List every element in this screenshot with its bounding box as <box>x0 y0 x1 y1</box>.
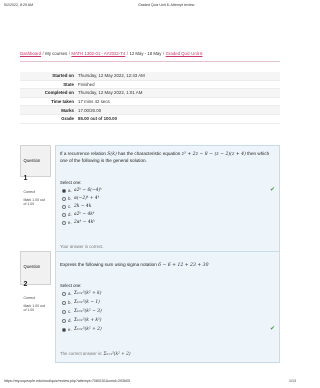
breadcrumb-week[interactable]: 12 May - 18 May <box>129 51 161 56</box>
question-2-panel: Express the following sum using sigma no… <box>55 251 280 363</box>
question-mark: Mark 1.00 out of 1.00 <box>23 198 45 207</box>
select-one-label: Select one: <box>60 283 82 288</box>
summary-value: 85.00 out of 100.00 <box>78 116 118 122</box>
print-title: Graded Quiz Unit 6: Attempt review <box>138 3 195 7</box>
breadcrumb-separator: / <box>42 51 44 56</box>
feedback-text: Your answer is correct. <box>60 244 104 249</box>
option-text: Σₖ₌₁⁵(k − 1) <box>74 300 100 305</box>
print-date: 5/2/2022, 8:29 AM <box>4 3 34 7</box>
answer-option[interactable]: d. a2ᵏ − 4kᵏ <box>62 211 95 218</box>
question-1-info: Question 1 Correct Mark 1.00 out of 1.00 <box>20 145 51 206</box>
question-number: 2 <box>23 281 28 288</box>
page-number: 1/13 <box>289 379 296 383</box>
option-text: Σₖ₌₁⁵(k + k²) <box>74 318 102 323</box>
summary-row-completed: Completed on Thursday, 12 May 2022, 1:01 … <box>20 89 280 98</box>
answer-option[interactable]: b. α(−2)ᵏ + 4ᵏ <box>62 195 99 202</box>
breadcrumb-dashboard[interactable]: Dashboard <box>20 51 41 56</box>
radio-button[interactable] <box>62 212 66 217</box>
question-status: Correct <box>23 296 35 300</box>
breadcrumb-course[interactable]: MATH 1302-01 - AY2022-T4 <box>71 51 125 56</box>
correct-answer-value: Σₖ₌₁⁵(k² + 2) <box>103 352 131 357</box>
summary-label: Completed on <box>44 90 74 96</box>
math-expression: z³ + 2z − 8 − (z − 2)(z + 4) <box>181 152 246 157</box>
question-status: Correct <box>23 190 35 194</box>
option-text: a2ᵏ − 6(−4)ᵏ <box>74 188 102 193</box>
radio-button[interactable] <box>62 291 66 296</box>
breadcrumb-separator: / <box>162 51 165 56</box>
radio-button[interactable] <box>62 318 66 323</box>
summary-value: Thursday, 12 May 2022, 1:01 AM <box>78 90 143 96</box>
option-text: a2ᵏ − 4kᵏ <box>74 212 95 217</box>
question-text-part: Express the following sum using sigma no… <box>60 262 157 267</box>
attempt-summary-table: Started on Thursday, 12 May 2022, 12:43 A… <box>20 72 280 124</box>
radio-button[interactable] <box>62 188 66 193</box>
question-label: Question <box>23 158 41 163</box>
summary-row-marks: Marks 17.00/20.00 <box>20 106 280 115</box>
summary-label: Grade <box>61 116 74 122</box>
breadcrumb-my-courses[interactable]: My courses <box>45 51 67 56</box>
option-text: Σₖ₌₁⁵(k² + k) <box>74 291 102 296</box>
answer-option[interactable]: e. 2αᵏ − 4kᵏ <box>62 219 95 226</box>
answer-option[interactable]: c. Σₖ₌₁⁵(k² − 3) <box>62 308 102 315</box>
answer-option[interactable]: b. Σₖ₌₁⁵(k − 1) <box>62 299 100 306</box>
answer-option[interactable]: d. Σₖ₌₁⁵(k + k²) <box>62 317 102 324</box>
breadcrumb-separator: / <box>68 51 70 56</box>
correct-answer: The correct answer is: Σₖ₌₁⁵(k² + 2) <box>60 351 131 357</box>
option-text: 2αᵏ − 4kᵏ <box>74 220 95 225</box>
summary-label: Marks <box>61 107 74 113</box>
breadcrumb-separator: / <box>126 51 128 56</box>
question-number: 1 <box>23 175 28 182</box>
question-mark: Mark 1.00 out of 1.00 <box>23 304 45 313</box>
select-one-label: Select one: <box>60 180 82 185</box>
question-1-panel: If a recurrence relation S(k) has the ch… <box>55 145 280 263</box>
question-text-part: has the characteristic equation <box>118 151 181 156</box>
summary-row-state: State Finished <box>20 81 280 90</box>
radio-button[interactable] <box>62 327 66 332</box>
print-footer: https://my.uopeople.edu/mod/quiz/review.… <box>4 379 296 385</box>
option-text: α(−2)ᵏ + 4ᵏ <box>74 196 100 201</box>
answer-option[interactable]: a. Σₖ₌₁⁵(k² + k) <box>62 290 102 297</box>
question-text: If a recurrence relation S(k) has the ch… <box>60 151 275 165</box>
option-text: 2k − 4k <box>74 204 92 209</box>
breadcrumb: Dashboard / My courses / MATH 1302-01 - AY20… <box>20 51 202 56</box>
question-text: Express the following sum using sigma no… <box>60 262 275 269</box>
answer-option[interactable]: e. Σₖ₌₁⁵(k² + 2) <box>62 326 102 333</box>
summary-label: Started on <box>52 73 74 79</box>
radio-button[interactable] <box>62 204 66 209</box>
option-text: Σₖ₌₁⁵(k² + 2) <box>74 327 102 332</box>
breadcrumb-quiz[interactable]: Graded Quiz Unit 6 <box>166 51 203 56</box>
math-expression: S(k) <box>107 152 117 157</box>
radio-button[interactable] <box>62 220 66 225</box>
correct-answer-prefix: The correct answer is: <box>60 351 103 356</box>
radio-button[interactable] <box>62 300 66 305</box>
question-text-part: If a recurrence relation <box>60 151 106 156</box>
summary-value: Finished <box>78 81 95 87</box>
answer-option[interactable]: c. 2k − 4k <box>62 203 91 210</box>
summary-value: 17.00/20.00 <box>78 107 102 113</box>
math-expression: 6 − 6 + 12 + 23 + 30 <box>158 263 209 268</box>
question-2-info: Question 2 Correct Mark 1.00 out of 1.00 <box>20 251 51 312</box>
print-url: https://my.uopeople.edu/mod/quiz/review.… <box>4 379 130 383</box>
correct-check-icon: ✔ <box>269 326 275 332</box>
summary-label: State <box>63 81 74 87</box>
summary-row-started: Started on Thursday, 12 May 2022, 12:43 A… <box>20 72 280 81</box>
radio-button[interactable] <box>62 309 66 314</box>
answer-option[interactable]: a. a2ᵏ − 6(−4)ᵏ <box>62 187 102 194</box>
summary-value: 17 mins 42 secs <box>78 99 110 105</box>
summary-value: Thursday, 12 May 2022, 12:43 AM <box>78 73 145 79</box>
radio-button[interactable] <box>62 196 66 201</box>
summary-row-time: Time taken 17 mins 42 secs <box>20 98 280 107</box>
divider <box>20 61 280 62</box>
summary-label: Time taken <box>51 99 74 105</box>
correct-check-icon: ✔ <box>269 187 275 193</box>
option-text: Σₖ₌₁⁵(k² − 3) <box>74 309 102 314</box>
question-label: Question <box>23 264 41 269</box>
print-header: 5/2/2022, 8:29 AM Graded Quiz Unit 6: At… <box>4 3 296 9</box>
summary-row-grade: Grade 85.00 out of 100.00 <box>20 115 280 124</box>
